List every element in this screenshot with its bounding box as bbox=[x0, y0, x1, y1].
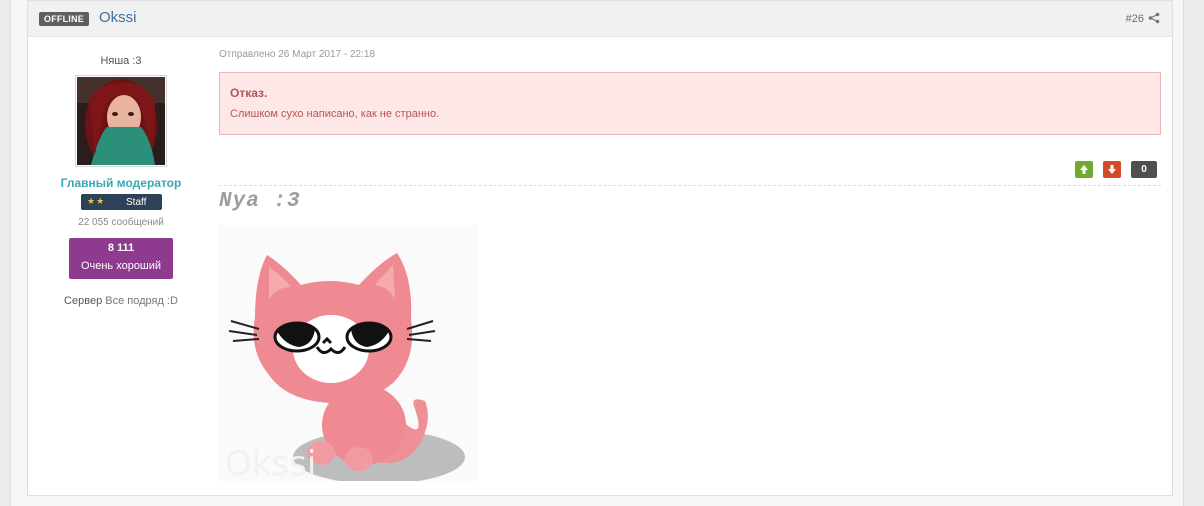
post-number-link[interactable]: #26 bbox=[1126, 13, 1144, 25]
share-icon[interactable] bbox=[1148, 12, 1160, 24]
signature-watermark: Okssi bbox=[225, 444, 316, 481]
post-header: OFFLINE Okssi #26 bbox=[28, 1, 1172, 37]
left-page-rail bbox=[0, 0, 11, 506]
server-field: Сервер Все подряд :D bbox=[28, 295, 214, 307]
offline-status-badge: OFFLINE bbox=[39, 12, 89, 26]
staff-rank-badge: ★★ Staff bbox=[81, 194, 162, 210]
post-body: Отправлено 26 Март 2017 - 22:18 Отказ. С… bbox=[219, 37, 1163, 495]
rejection-message-box: Отказ. Слишком сухо написано, как не стр… bbox=[219, 72, 1161, 135]
user-group-name: Главный модератор bbox=[60, 176, 182, 190]
reputation-value: 8 111 bbox=[107, 242, 135, 254]
right-page-scrollbar[interactable] bbox=[1183, 0, 1204, 506]
arrow-up-icon bbox=[1080, 165, 1088, 174]
post-date: Отправлено 26 Март 2017 - 22:18 bbox=[219, 49, 376, 60]
message-text: Слишком сухо написано, как не странно. bbox=[230, 108, 440, 120]
reputation-label: Очень хороший bbox=[80, 260, 162, 272]
forum-post: OFFLINE Okssi #26 Няша :3 Главный модера… bbox=[27, 0, 1173, 496]
rank-stars-icon: ★★ bbox=[87, 196, 106, 206]
arrow-down-icon bbox=[1108, 165, 1116, 174]
vote-up-button[interactable] bbox=[1075, 161, 1093, 178]
user-title: Няша :3 bbox=[100, 55, 142, 67]
avatar[interactable] bbox=[75, 75, 167, 167]
rank-label: Staff bbox=[126, 197, 147, 208]
reputation-box: 8 111 Очень хороший bbox=[69, 238, 173, 279]
post-count: 22 055 сообщений bbox=[78, 217, 164, 228]
server-field-value: Все подряд :D bbox=[105, 295, 178, 307]
signature-divider bbox=[219, 185, 1161, 186]
signature-text: Nya :3 bbox=[219, 190, 301, 213]
vote-count: 0 bbox=[1131, 161, 1157, 178]
message-title: Отказ. bbox=[230, 86, 268, 100]
vote-down-button[interactable] bbox=[1103, 161, 1121, 178]
author-name-link[interactable]: Okssi bbox=[99, 9, 137, 26]
avatar-photo bbox=[77, 77, 165, 165]
signature-cat-image: Okssi bbox=[219, 225, 477, 481]
server-field-label: Сервер bbox=[64, 295, 103, 307]
